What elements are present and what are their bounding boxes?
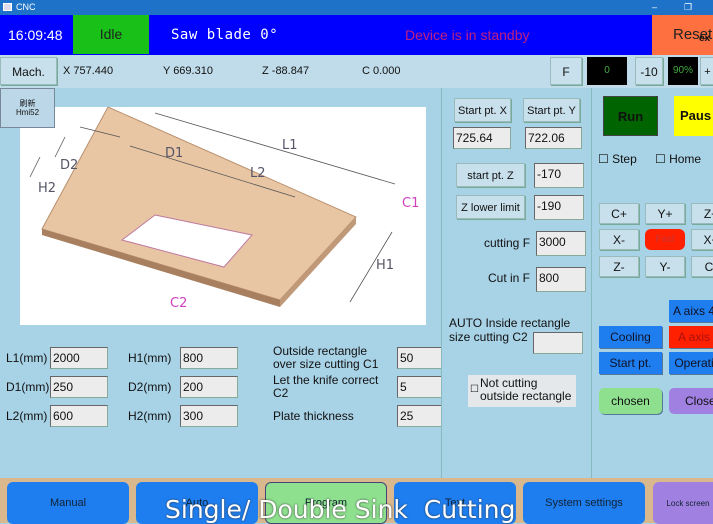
d2-input[interactable]: 200	[180, 376, 238, 398]
run-button[interactable]: Run	[603, 96, 658, 136]
minus-10-button[interactable]: -10	[635, 57, 663, 85]
home-label: Home	[669, 152, 702, 166]
label-c1: C1	[402, 196, 419, 211]
jog-c-plus[interactable]: C+	[599, 203, 639, 224]
c2-label: Let the knife correct C2	[273, 373, 379, 400]
close-button[interactable]: Close	[669, 388, 713, 414]
jog-x-plus[interactable]: X+	[691, 229, 713, 250]
start-y-button[interactable]: Start pt. Y	[523, 98, 580, 122]
start-point-panel: Start pt. X Start pt. Y 725.64 722.06 st…	[441, 88, 592, 478]
c1-input[interactable]: 50	[397, 347, 443, 369]
a-axis-4-button[interactable]: A aixs 4	[669, 300, 713, 322]
cut-in-f-input[interactable]: 800	[536, 267, 586, 292]
checkbox-icon: ☐	[470, 384, 479, 395]
sink-diagram: L1 D1 L2 D2 H2 H1 C1 C2	[20, 106, 426, 325]
feed-value: 0	[587, 57, 627, 85]
label-c2: C2	[170, 296, 187, 311]
start-z-button[interactable]: start pt. Z	[456, 163, 525, 187]
refresh-hmi-button[interactable]: 刷新 Hmi52	[0, 88, 55, 128]
step-checkbox[interactable]: ☐ Step	[598, 152, 637, 166]
hmi-label: Hmi52	[15, 108, 40, 117]
cutting-f-label: cutting F	[484, 236, 531, 250]
machine-state: Idle	[73, 15, 149, 54]
cut-in-f-label: Cut in F	[488, 271, 531, 285]
saw-blade-angle: Saw blade 0°	[171, 27, 279, 43]
restore-icon[interactable]: ❐	[684, 0, 692, 15]
thickness-input[interactable]: 25	[397, 405, 443, 427]
coordinate-bar: Mach. X 757.440 Y 669.310 Z -88.847 C 0.…	[0, 55, 713, 88]
label-h1: H1	[376, 258, 394, 273]
jog-y-plus[interactable]: Y+	[645, 203, 685, 224]
refresh-label: 刷新	[19, 99, 36, 108]
d1-input[interactable]: 250	[50, 376, 108, 398]
h2-input[interactable]: 300	[180, 405, 238, 427]
start-z-input[interactable]: -170	[534, 163, 584, 188]
label-l1: L1	[282, 138, 298, 153]
h2-label: H2(mm)	[128, 409, 172, 423]
video-caption: Single/ Double Sink Cutting	[165, 495, 516, 524]
h1-input[interactable]: 800	[180, 347, 238, 369]
clock: 16:09:48	[8, 27, 63, 43]
plus-button[interactable]: +	[700, 57, 713, 85]
window-title: CNC	[16, 2, 36, 12]
d1-label: D1(mm)	[6, 380, 50, 394]
pause-button[interactable]: Paus	[674, 96, 713, 136]
jog-y-minus[interactable]: Y-	[645, 256, 685, 277]
chosen-button[interactable]: chosen	[599, 388, 662, 414]
title-bar: CNC – ❐	[0, 0, 713, 15]
y-coord: Y 669.310	[163, 65, 213, 77]
z-coord: Z -88.847	[262, 65, 310, 77]
device-status: Device is in standby	[405, 27, 530, 43]
override-value: 90%	[668, 57, 698, 85]
d2-label: D2(mm)	[128, 380, 172, 394]
nav-system-settings[interactable]: System settings	[523, 482, 645, 524]
l2-input[interactable]: 600	[50, 405, 108, 427]
not-cutting-label: Not cutting outside rectangle	[480, 376, 572, 403]
jog-z-plus[interactable]: Z+	[691, 203, 713, 224]
minimize-icon[interactable]: –	[652, 0, 657, 15]
nav-lock-screen[interactable]: Lock screen	[653, 482, 713, 524]
fast-toggle[interactable]: Fast	[645, 229, 685, 250]
status-header: 16:09:48 Idle Saw blade 0° Device is in …	[0, 15, 713, 57]
jog-z-minus[interactable]: Z-	[599, 256, 639, 277]
start-x-button[interactable]: Start pt. X	[454, 98, 511, 122]
cutting-f-input[interactable]: 3000	[536, 231, 586, 256]
l1-label: L1(mm)	[6, 351, 48, 365]
home-checkbox[interactable]: ☐ Home	[655, 152, 701, 166]
x-coord: X 757.440	[63, 65, 114, 77]
c1-label: Outside rectangle over size cutting C1	[273, 344, 379, 371]
label-h2: H2	[38, 181, 56, 196]
label-d2: D2	[60, 158, 78, 173]
h1-label: H1(mm)	[128, 351, 172, 365]
cooling-button[interactable]: Cooling	[599, 326, 662, 348]
not-cutting-checkbox[interactable]: ☐ Not cutting outside rectangle	[468, 375, 576, 407]
f-button[interactable]: F	[550, 57, 582, 85]
z-lower-limit-input[interactable]: -190	[534, 195, 584, 220]
thickness-label: Plate thickness	[273, 409, 354, 423]
label-l2: L2	[250, 166, 266, 181]
app-icon	[3, 3, 12, 11]
jog-x-minus[interactable]: X-	[599, 229, 639, 250]
step-label: Step	[612, 152, 637, 166]
l1-input[interactable]: 2000	[50, 347, 108, 369]
start-y-input[interactable]: 722.06	[525, 127, 582, 149]
mach-button[interactable]: Mach.	[0, 57, 57, 85]
label-d1: D1	[165, 146, 183, 161]
auto-c2-input[interactable]	[533, 332, 583, 354]
nav-manual[interactable]: Manual	[7, 482, 129, 524]
operation-button[interactable]: Operati	[669, 352, 713, 374]
control-panel: Run Paus ☐ Step ☐ Home C+ Y+ Z+ X- Fast …	[596, 88, 713, 478]
jog-c-minus[interactable]: C-	[691, 256, 713, 277]
z-lower-limit-button[interactable]: Z lower limit	[456, 195, 525, 219]
a-axis-button[interactable]: A axis	[669, 326, 713, 348]
c-coord: C 0.000	[362, 65, 401, 77]
l2-label: L2(mm)	[6, 409, 48, 423]
c2-input[interactable]: 5	[397, 376, 443, 398]
start-pt-button[interactable]: Start pt.	[599, 352, 662, 374]
exit-label: ex	[699, 33, 711, 44]
start-x-input[interactable]: 725.64	[453, 127, 511, 149]
